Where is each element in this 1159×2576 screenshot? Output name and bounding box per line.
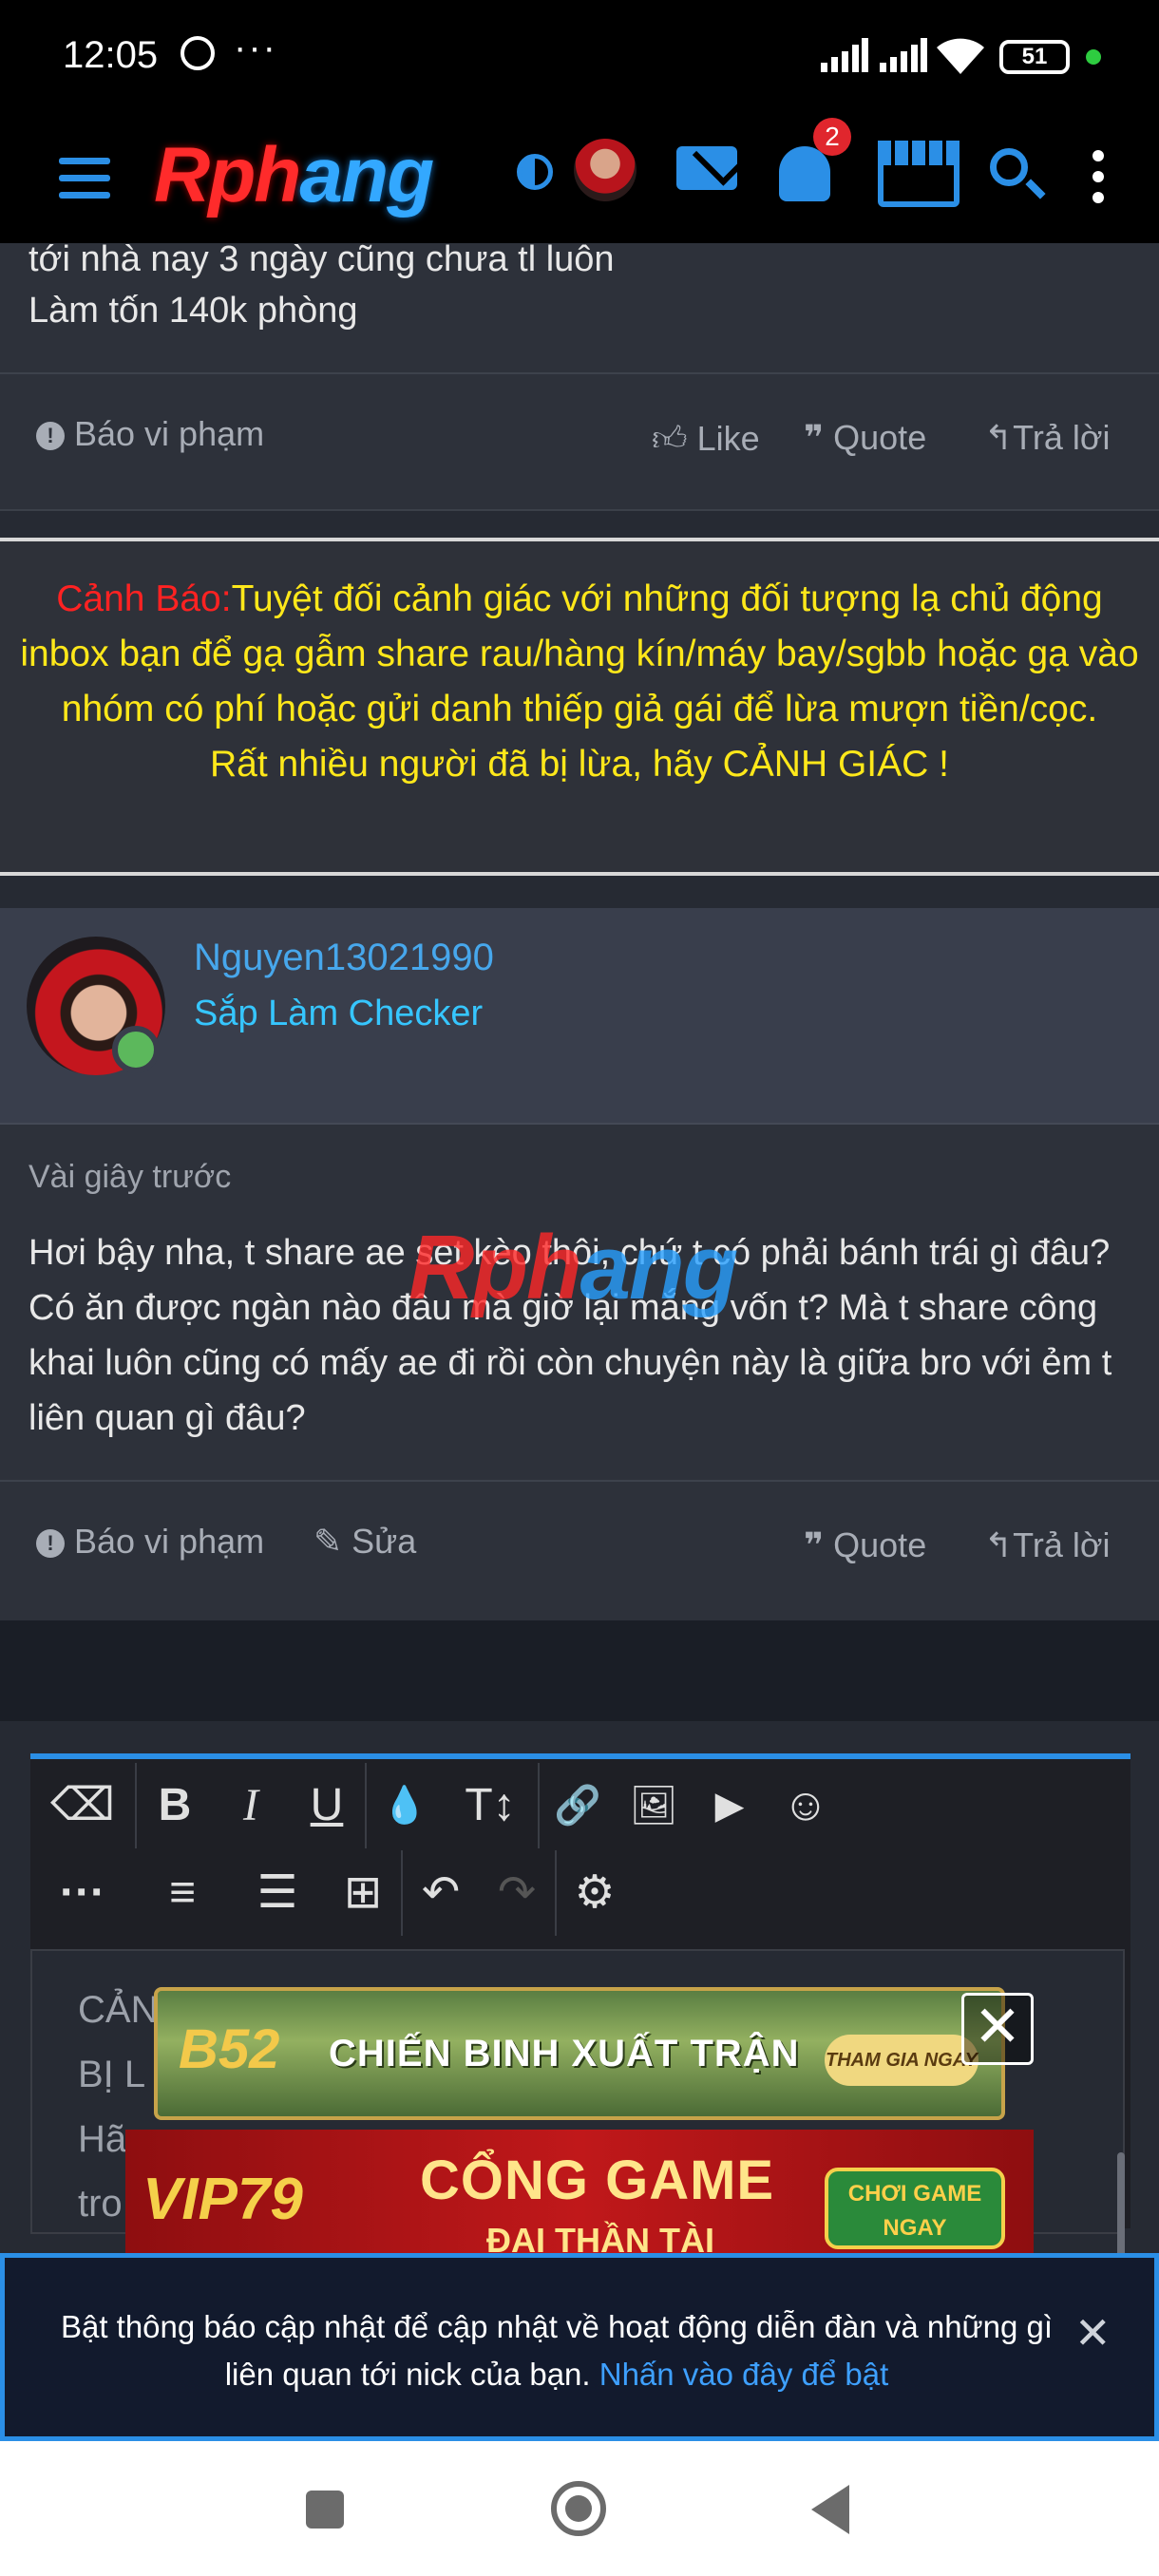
ad-logo: VIP79 <box>142 2167 303 2232</box>
quote-icon: ❞ <box>804 1525 834 1564</box>
undo-icon[interactable]: ↶ <box>403 1855 479 1931</box>
warning-banner: Cảnh Báo:Tuyệt đối cảnh giác với những đ… <box>0 538 1159 876</box>
post-1-line: Làm tốn 140k phòng <box>28 291 358 331</box>
bell-icon[interactable] <box>779 146 830 201</box>
more-vertical-icon[interactable] <box>1081 144 1115 217</box>
store-icon[interactable] <box>878 141 960 207</box>
editor-toolbar-row-1: ⌫ B I U 💧 T↕ 🔗 🖼 ▶ ☺ <box>30 1763 1125 1848</box>
alert-icon: ! <box>36 1529 65 1559</box>
search-icon[interactable] <box>990 148 1028 186</box>
ad-logo: B52 <box>179 2018 280 2080</box>
post-1-body: tới nhà nay 3 ngày cũng chưa tl luôn Làm… <box>0 239 1159 372</box>
settings-icon[interactable]: ⚙ <box>557 1855 633 1931</box>
draft-line: CẢN <box>78 1989 159 2031</box>
reply-button[interactable]: ↰Trả lời <box>984 1525 1110 1565</box>
notification-badge: 2 <box>813 118 851 156</box>
quote-button[interactable]: ❞ Quote <box>804 1525 926 1565</box>
post-time[interactable]: Vài giây trước <box>28 1159 231 1196</box>
list-icon[interactable]: ☰ <box>230 1855 325 1931</box>
post-2-body: Vài giây trước Hơi bậy nha, t share ae s… <box>0 1123 1159 1480</box>
status-time: 12:05 <box>63 34 159 76</box>
thumbs-up-icon: 👍︎ <box>652 419 697 458</box>
reply-icon: ↰ <box>984 1525 1014 1564</box>
watermark-logo: Rphang <box>408 1217 738 1318</box>
pencil-icon: ✎ <box>314 1522 352 1561</box>
site-header: Rphang 2 <box>0 118 1159 243</box>
warning-label: Cảnh Báo: <box>56 578 232 619</box>
link-icon[interactable]: 🔗 <box>540 1768 616 1844</box>
eraser-icon[interactable]: ⌫ <box>30 1768 135 1844</box>
align-icon[interactable]: ≡ <box>135 1855 230 1931</box>
close-ad-button[interactable]: ✕ <box>961 1993 1034 2065</box>
ad-headline: CHIẾN BINH XUẤT TRẬN <box>329 2033 800 2074</box>
redo-icon[interactable]: ↷ <box>479 1855 555 1931</box>
bold-icon[interactable]: B <box>137 1768 213 1844</box>
menu-icon[interactable] <box>53 150 116 207</box>
online-status-icon <box>112 1026 160 1073</box>
video-icon[interactable]: ▶ <box>692 1768 768 1844</box>
author-title: Sắp Làm Checker <box>194 994 484 1033</box>
author-username[interactable]: Nguyen13021990 <box>194 937 494 979</box>
emoji-icon[interactable]: ☺ <box>768 1768 844 1844</box>
ad-banner-vip79[interactable]: VIP79 CỔNG GAME ĐẠI THẦN TÀI CHƠI GAME N… <box>125 2130 1034 2259</box>
report-button[interactable]: ! Báo vi phạm <box>36 414 264 454</box>
quote-button[interactable]: ❞ Quote <box>804 418 926 458</box>
editor-toolbar-row-2: ··· ≡ ☰ ⊞ ↶ ↷ ⚙ <box>30 1850 1125 1936</box>
section-gap <box>0 1620 1159 1721</box>
post-1-line: tới nhà nay 3 ngày cũng chưa tl luôn <box>28 239 615 279</box>
post-1-actions: ! Báo vi phạm 👍︎ Like ❞ Quote ↰Trả lời <box>0 374 1159 511</box>
draft-line: BỊ L <box>78 2054 146 2095</box>
user-avatar[interactable] <box>574 139 636 201</box>
home-button[interactable] <box>551 2481 606 2536</box>
battery-icon: 51 <box>999 40 1070 74</box>
site-logo[interactable]: Rphang <box>154 131 434 220</box>
warning-text: Cảnh Báo:Tuyệt đối cảnh giác với những đ… <box>20 578 1139 785</box>
more-options-icon[interactable]: ··· <box>30 1855 135 1931</box>
signal-icon-2 <box>880 38 927 72</box>
status-more-icon: ··· <box>234 27 277 68</box>
post-2-actions: ! Báo vi phạm ✎ Sửa ❞ Quote ↰Trả lời <box>0 1482 1159 1620</box>
back-button[interactable] <box>811 2485 849 2534</box>
ad-cta-button[interactable]: THAM GIA NGAY <box>825 2035 978 2086</box>
theme-toggle-icon[interactable] <box>517 154 553 190</box>
post-2-author: Nguyen13021990 Sắp Làm Checker <box>0 908 1159 1123</box>
quote-icon: ❞ <box>804 418 834 457</box>
ad-banner-b52[interactable]: B52 CHIẾN BINH XUẤT TRẬN THAM GIA NGAY <box>154 1987 1005 2120</box>
report-button[interactable]: ! Báo vi phạm <box>36 1522 264 1562</box>
close-icon[interactable]: ✕ <box>1074 2307 1112 2358</box>
reply-button[interactable]: ↰Trả lời <box>984 418 1110 458</box>
wifi-icon <box>935 34 986 76</box>
signal-icon <box>821 38 868 72</box>
status-bar: 12:05 ··· 51 <box>0 0 1159 118</box>
image-icon[interactable]: 🖼 <box>616 1768 692 1844</box>
push-notification-prompt: Bật thông báo cập nhật để cập nhật về ho… <box>0 2253 1159 2441</box>
like-button[interactable]: 👍︎ Like <box>652 418 760 460</box>
table-icon[interactable]: ⊞ <box>325 1855 401 1931</box>
alert-icon: ! <box>36 422 65 451</box>
notification-message: Bật thông báo cập nhật để cập nhật về ho… <box>60 2309 1054 2392</box>
alarm-icon <box>180 36 215 70</box>
system-nav-bar <box>0 2441 1159 2576</box>
text-color-icon[interactable]: 💧 <box>367 1768 443 1844</box>
warning-emphasis: Rất nhiều người đã bị lừa, hãy CẢNH GIÁC… <box>210 744 949 785</box>
font-size-icon[interactable]: T↕ <box>443 1768 538 1844</box>
underline-icon[interactable]: U <box>289 1768 365 1844</box>
recents-button[interactable] <box>306 2491 344 2529</box>
edit-button[interactable]: ✎ Sửa <box>314 1522 416 1562</box>
ad-cta-button[interactable]: CHƠI GAME NGAY <box>825 2168 1005 2249</box>
mail-icon[interactable] <box>676 146 737 190</box>
reply-icon: ↰ <box>984 418 1014 457</box>
privacy-dot <box>1086 49 1101 65</box>
enable-notifications-link[interactable]: Nhấn vào đây để bật <box>599 2357 889 2392</box>
ad-headline: CỔNG GAME <box>420 2150 775 2211</box>
italic-icon[interactable]: I <box>213 1768 289 1844</box>
